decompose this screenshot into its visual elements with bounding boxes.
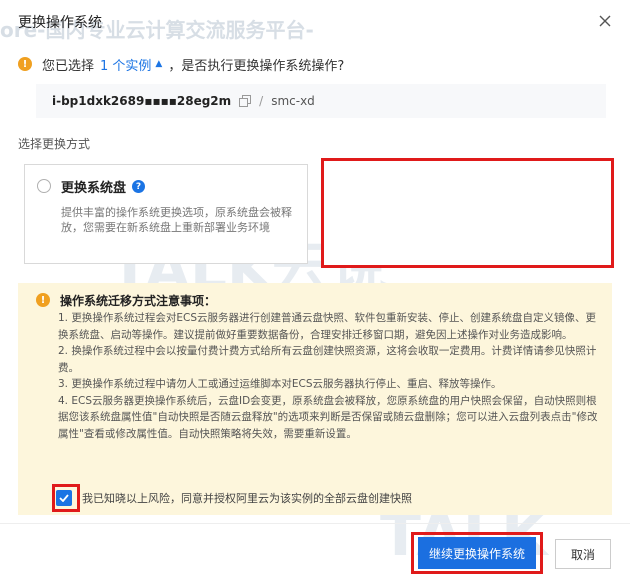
close-icon[interactable] xyxy=(594,10,616,32)
warning-icon: ! xyxy=(36,293,50,307)
method-section-label: 选择更换方式 xyxy=(18,137,91,151)
radio-change-system-disk[interactable] xyxy=(37,179,51,193)
check-icon xyxy=(59,494,69,502)
option-change-system-disk[interactable]: 更换系统盘 ? 提供丰富的操作系统更换选项，原系统盘会被释放，您需要在新系统盘上… xyxy=(24,164,308,264)
radio-os-migration[interactable] xyxy=(339,179,353,193)
instance-name: smc-xd xyxy=(271,94,315,108)
agree-checkbox[interactable] xyxy=(56,490,72,506)
agree-label: 我已知晓以上风险，同意并授权阿里云为该实例的全部云盘创建快照 xyxy=(82,492,412,505)
copy-icon[interactable] xyxy=(239,95,252,107)
warning-title: 操作系统迁移方式注意事项： xyxy=(60,294,217,308)
option-title-text: 操作系统迁移 xyxy=(363,181,442,196)
option-title: 操作系统迁移 xyxy=(363,177,441,196)
option-title: 更换系统盘 ? xyxy=(61,177,146,196)
instance-count-link[interactable]: 1 个实例 ▲ xyxy=(100,55,162,74)
option-description: 提供丰富的操作系统更换选项，原系统盘会被释放，您需要在新系统盘上重新部署业务环境 xyxy=(61,206,292,234)
warning-icon: ! xyxy=(18,57,32,71)
warning-item: 4. ECS云服务器更换操作系统后，云盘ID会变更，原系统盘会被释放，您原系统盘… xyxy=(58,394,598,440)
instance-id: i-bp1dxk2689▪▪▪▪28eg2m xyxy=(52,94,232,108)
instance-separator: / xyxy=(259,94,264,108)
continue-change-os-button[interactable]: 继续更换操作系统 xyxy=(418,537,536,569)
warning-item: 1. 更换操作系统过程会对ECS云服务器进行创建普通云盘快照、软件包重新安装、停… xyxy=(58,312,596,341)
help-icon[interactable]: ? xyxy=(132,180,146,193)
migration-warning-panel: ! 操作系统迁移方式注意事项： 1. 更换操作系统过程会对ECS云服务器进行创建… xyxy=(18,283,612,515)
instance-info: i-bp1dxk2689▪▪▪▪28eg2m / smc-xd xyxy=(36,84,606,118)
change-os-dialog: ore-国内专业云计算交流服务平台- TALK云说 国内专业云计算交流服务平台 … xyxy=(0,0,630,577)
option-title-text: 更换系统盘 xyxy=(61,181,127,196)
notice-suffix: ，是否执行更换操作系统操作? xyxy=(168,58,345,74)
footer-divider xyxy=(0,523,630,524)
agree-risk-row[interactable]: 我已知晓以上风险，同意并授权阿里云为该实例的全部云盘创建快照 xyxy=(56,488,412,508)
warning-item: 2. 换操作系统过程中会以按量付费计费方式给所有云盘创建快照资源，这将会收取一定… xyxy=(58,345,597,374)
dialog-title: 更换操作系统 xyxy=(18,15,102,31)
notice-prefix: 您已选择 xyxy=(42,58,95,74)
dialog-header: 更换操作系统 xyxy=(0,0,630,44)
caret-up-icon: ▲ xyxy=(155,59,163,69)
option-os-migration[interactable]: 操作系统迁移 提供少部分操作系统更换选项，原系统盘会被释放，新系统盘将保留原有数… xyxy=(326,164,611,264)
instance-count-label: 1 个实例 xyxy=(100,58,152,74)
warning-body: 1. 更换操作系统过程会对ECS云服务器进行创建普通云盘快照、软件包重新安装、停… xyxy=(58,310,603,442)
cancel-button[interactable]: 取消 xyxy=(555,539,611,569)
selection-notice: ! 您已选择 1 个实例 ▲ ，是否执行更换操作系统操作? xyxy=(18,54,344,74)
option-description: 提供少部分操作系统更换选项，原系统盘会被释放，新系统盘将保留原有数据，预计需要1… xyxy=(363,206,597,249)
warning-item: 3. 更换操作系统过程中请勿人工或通过运维脚本对ECS云服务器执行停止、重启、释… xyxy=(58,378,502,390)
